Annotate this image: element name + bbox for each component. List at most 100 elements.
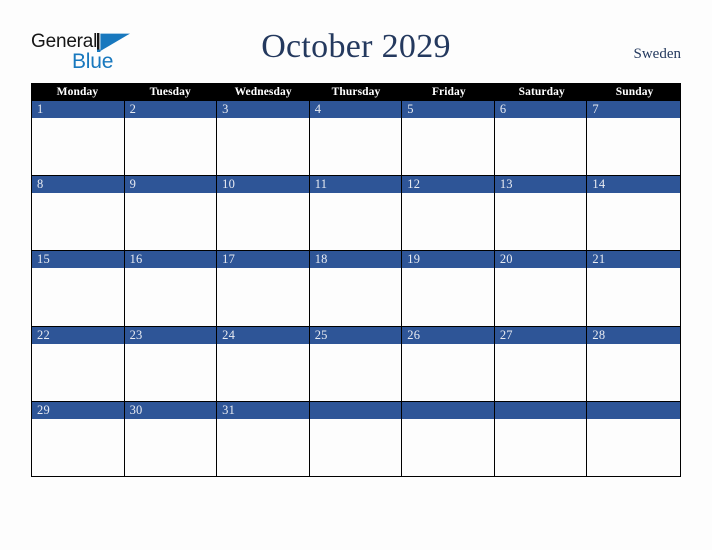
calendar-day-cell[interactable]: 5 <box>402 101 495 176</box>
day-note-area[interactable] <box>125 419 217 476</box>
day-number: 3 <box>222 102 229 116</box>
calendar-day-cell[interactable]: 8 <box>32 176 125 251</box>
day-note-area[interactable] <box>32 344 124 401</box>
day-note-area[interactable] <box>125 268 217 325</box>
day-note-area[interactable] <box>217 419 309 476</box>
weekday-header-tuesday: Tuesday <box>149 86 191 98</box>
day-note-area[interactable] <box>587 118 680 175</box>
day-number: 29 <box>37 402 50 417</box>
calendar-day-cell[interactable]: 14 <box>587 176 680 250</box>
day-note-area[interactable] <box>402 193 494 250</box>
calendar-week-cells: 29 30 31 <box>32 401 680 476</box>
day-note-area[interactable] <box>402 344 494 401</box>
calendar-day-cell[interactable]: 24 <box>217 326 310 401</box>
calendar-day-cell[interactable]: 1 <box>32 101 125 176</box>
day-number: 11 <box>314 177 328 192</box>
calendar-week-cells: 1 2 3 4 5 6 7 <box>32 101 680 176</box>
day-note-area[interactable] <box>587 268 680 325</box>
day-note-area[interactable] <box>310 419 402 476</box>
calendar-day-cell[interactable]: 21 <box>587 251 680 325</box>
day-note-area[interactable] <box>32 118 124 175</box>
day-note-area[interactable] <box>32 419 124 476</box>
calendar-empty-cell[interactable] <box>402 401 495 476</box>
day-note-area[interactable] <box>495 118 587 175</box>
day-number: 7 <box>592 102 599 116</box>
weekday-header-wednesday: Wednesday <box>234 86 292 98</box>
calendar-day-cell[interactable]: 3 <box>217 101 310 176</box>
calendar-day-cell[interactable]: 2 <box>125 101 218 176</box>
day-note-area[interactable] <box>32 268 124 325</box>
calendar-grid: Monday Tuesday Wednesday Thursday Friday Satu… <box>31 83 681 477</box>
day-number: 15 <box>37 252 50 267</box>
day-number: 9 <box>129 177 137 192</box>
day-note-area[interactable] <box>125 344 217 401</box>
calendar-day-cell[interactable]: 16 <box>125 251 218 326</box>
day-note-area[interactable] <box>587 419 680 476</box>
day-note-area[interactable] <box>495 419 587 476</box>
country-label: Sweden <box>633 46 682 62</box>
calendar-week-row: 15 16 17 18 19 20 21 <box>31 251 681 327</box>
day-note-area[interactable] <box>402 118 494 175</box>
day-note-area[interactable] <box>310 344 402 401</box>
weekday-header-row: Monday Tuesday Wednesday Thursday Friday Satu… <box>31 83 681 101</box>
calendar-day-cell[interactable]: 13 <box>495 176 588 251</box>
calendar-day-cell[interactable]: 15 <box>32 251 125 326</box>
calendar-empty-cell[interactable] <box>495 401 588 476</box>
calendar-day-cell[interactable]: 20 <box>495 251 588 326</box>
calendar-empty-cell[interactable] <box>310 401 403 476</box>
calendar-week-cells: 15 16 17 18 19 20 21 <box>32 251 680 326</box>
day-note-area[interactable] <box>402 419 494 476</box>
day-number: 28 <box>592 327 606 342</box>
calendar-day-cell[interactable]: 29 <box>32 401 125 476</box>
calendar-empty-cell[interactable] <box>587 402 680 476</box>
calendar-day-cell[interactable]: 26 <box>402 326 495 401</box>
calendar-day-cell[interactable]: 9 <box>125 176 218 251</box>
calendar-day-cell[interactable]: 27 <box>495 326 588 401</box>
day-note-area[interactable] <box>310 118 402 175</box>
day-number: 17 <box>222 252 236 267</box>
calendar-day-cell[interactable]: 18 <box>310 251 403 326</box>
day-note-area[interactable] <box>495 268 587 325</box>
calendar-day-cell[interactable]: 31 <box>217 401 310 476</box>
day-note-area[interactable] <box>32 193 124 250</box>
calendar-day-cell[interactable]: 12 <box>402 176 495 251</box>
calendar-week-row: 29 30 31 <box>31 401 681 477</box>
day-number: 23 <box>129 327 143 342</box>
calendar-day-cell[interactable]: 4 <box>310 101 403 176</box>
calendar-week-row: 8 9 10 11 12 13 14 <box>31 176 681 252</box>
day-note-area[interactable] <box>587 193 680 250</box>
day-number: 22 <box>37 327 50 342</box>
day-note-area[interactable] <box>217 193 309 250</box>
calendar-day-cell[interactable]: 7 <box>587 101 680 175</box>
day-note-area[interactable] <box>217 118 309 175</box>
calendar-day-cell[interactable]: 30 <box>125 401 218 476</box>
day-note-area[interactable] <box>125 118 217 175</box>
calendar-day-cell[interactable]: 17 <box>217 251 310 326</box>
calendar-day-cell[interactable]: 25 <box>310 326 403 401</box>
day-number: 6 <box>499 102 507 116</box>
day-number: 24 <box>222 327 236 342</box>
day-number: 25 <box>314 327 328 342</box>
day-note-area[interactable] <box>587 344 680 401</box>
day-note-area[interactable] <box>495 193 587 250</box>
calendar-day-cell[interactable]: 28 <box>587 327 680 401</box>
day-note-area[interactable] <box>310 193 402 250</box>
calendar-day-cell[interactable]: 11 <box>310 176 403 251</box>
day-note-area[interactable] <box>495 344 587 401</box>
day-note-area[interactable] <box>217 344 309 401</box>
day-note-area[interactable] <box>125 193 217 250</box>
day-note-area[interactable] <box>310 268 402 325</box>
day-number: 27 <box>499 327 513 342</box>
day-note-area[interactable] <box>217 268 309 325</box>
day-number: 10 <box>222 177 236 192</box>
calendar-day-cell[interactable]: 22 <box>32 326 125 401</box>
calendar-day-cell[interactable]: 23 <box>125 326 218 401</box>
page-header: General Blue October 2029 Sweden <box>0 0 712 83</box>
day-number: 2 <box>129 102 137 116</box>
calendar-day-cell[interactable]: 19 <box>402 251 495 326</box>
calendar-week-row: 22 23 24 25 26 27 28 <box>31 326 681 402</box>
calendar-day-cell[interactable]: 10 <box>217 176 310 251</box>
day-number: 8 <box>37 177 44 192</box>
calendar-day-cell[interactable]: 6 <box>495 101 588 176</box>
day-note-area[interactable] <box>402 268 494 325</box>
